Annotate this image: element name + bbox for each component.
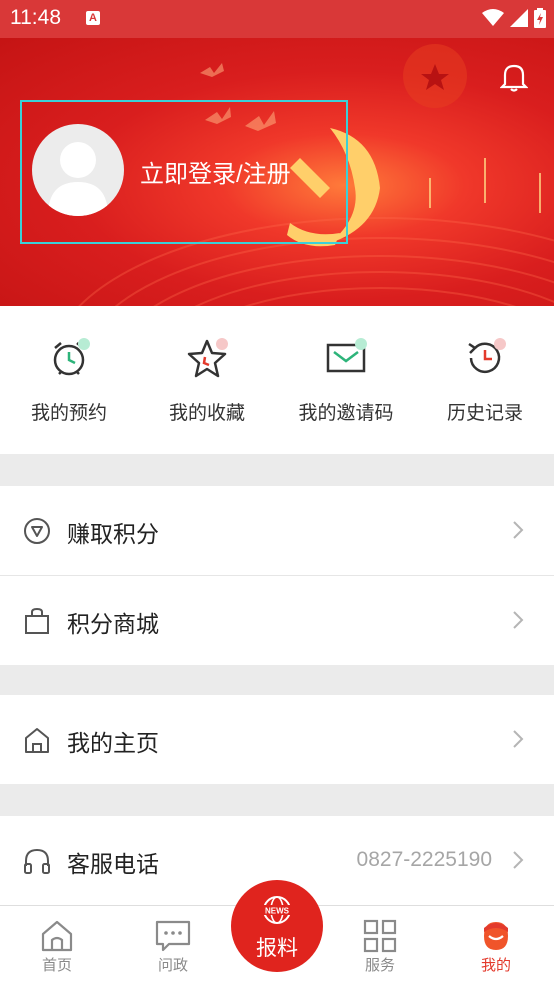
tab-label: 我的 [480, 957, 511, 974]
badge-dot [494, 338, 506, 350]
quick-label: 我的预约 [30, 403, 107, 424]
home-icon [25, 728, 49, 753]
news-badge-text: NEWS [265, 907, 290, 916]
chevron-right-icon [513, 851, 524, 869]
chevron-right-icon [513, 611, 524, 629]
menu-label: 我的主页 [67, 730, 159, 756]
home-icon [41, 920, 73, 952]
badge-dot [355, 338, 367, 350]
tab-label: 首页 [41, 957, 72, 974]
signal-icon [510, 9, 528, 27]
chevron-right-icon [513, 521, 524, 539]
chat-bubble-icon [155, 920, 191, 952]
quick-label: 我的收藏 [168, 403, 245, 424]
wifi-icon [482, 9, 504, 26]
points-coin-icon [24, 518, 50, 544]
quick-label: 我的邀请码 [298, 403, 394, 424]
quick-item-favorites[interactable]: 我的收藏 [138, 306, 276, 454]
status-icons [482, 8, 546, 28]
globe-news-icon: NEWS [261, 896, 293, 924]
quick-item-appointments[interactable]: 我的预约 [0, 306, 138, 454]
headphones-icon [24, 848, 50, 874]
login-register-area[interactable]: 立即登录/注册 [20, 100, 348, 244]
tab-services[interactable]: 服务 [325, 906, 435, 985]
quick-actions: 我的预约 我的收藏 我的邀请码 历史记录 [0, 306, 554, 454]
badge-dot [216, 338, 228, 350]
report-button[interactable]: NEWS 报料 [231, 880, 323, 972]
customer-service-phone[interactable]: 0827-2225190 [357, 848, 492, 872]
chevron-right-icon [513, 730, 524, 748]
notification-app-icon: A [86, 11, 100, 25]
tab-label: 服务 [364, 957, 395, 974]
profile-banner: 立即登录/注册 [0, 38, 554, 306]
menu-my-homepage[interactable]: 我的主页 [0, 695, 554, 784]
quick-item-history[interactable]: 历史记录 [416, 306, 554, 454]
notification-bell-icon[interactable] [499, 62, 529, 96]
menu-label: 客服电话 [67, 851, 159, 877]
quick-item-invite-code[interactable]: 我的邀请码 [277, 306, 415, 454]
quick-label: 历史记录 [446, 403, 523, 424]
tab-label: 问政 [157, 957, 188, 974]
report-label: 报料 [256, 937, 298, 960]
mine-user-icon [484, 922, 508, 950]
menu-label: 赚取积分 [67, 521, 159, 547]
tab-wenzheng[interactable]: 问政 [118, 906, 228, 985]
login-register-link[interactable]: 立即登录/注册 [140, 154, 291, 189]
avatar[interactable] [32, 124, 124, 216]
status-bar: 11:48 A [0, 0, 554, 38]
menu-label: 积分商城 [67, 611, 159, 637]
tab-home[interactable]: 首页 [2, 906, 112, 985]
badge-dot [78, 338, 90, 350]
battery-icon [534, 8, 546, 28]
tab-mine[interactable]: 我的 [441, 906, 551, 985]
status-time: 11:48 [10, 6, 61, 29]
menu-points-mall[interactable]: 积分商城 [0, 576, 554, 665]
shopping-bag-icon [25, 607, 49, 634]
menu-earn-points[interactable]: 赚取积分 [0, 486, 554, 575]
grid-icon [363, 919, 397, 953]
